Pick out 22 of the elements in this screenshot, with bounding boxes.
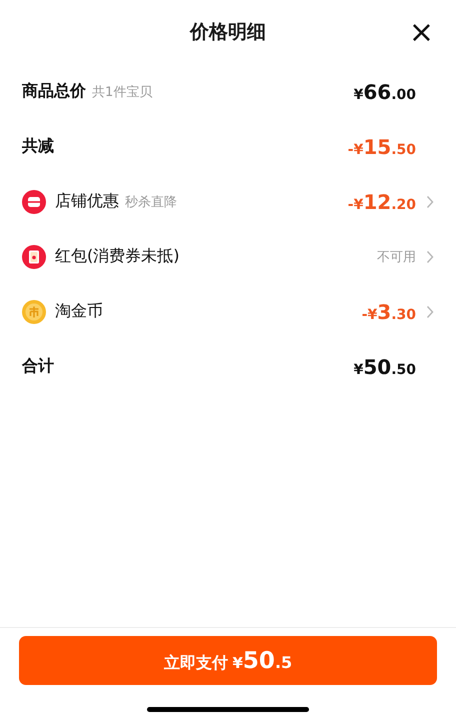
row-label: 合计	[22, 356, 54, 377]
coin-icon	[22, 300, 46, 324]
row-note: 秒杀直降	[125, 194, 177, 210]
price-text: ¥66.00	[354, 80, 416, 104]
close-button[interactable]: ×	[404, 18, 438, 48]
price-text: -¥15.50	[348, 134, 416, 158]
chevron-right-icon[interactable]	[426, 194, 434, 208]
price-text: ¥50.50	[354, 354, 416, 378]
row-label: 店铺优惠	[55, 191, 119, 212]
status-text: 不可用	[377, 248, 416, 266]
row-label: 淘金币	[55, 301, 103, 322]
row-label: 红包(消费券未抵)	[55, 246, 180, 267]
shop-icon	[22, 190, 46, 214]
row-note: 共1件宝贝	[92, 84, 152, 100]
envelope-icon	[22, 244, 46, 268]
row-label: 共减	[22, 136, 54, 157]
chevron-right-icon[interactable]	[426, 250, 434, 264]
price-text: -¥12.20	[348, 190, 416, 214]
price-text: -¥3.30	[362, 300, 416, 324]
chevron-right-icon[interactable]	[426, 304, 434, 318]
sheet-title: 价格明细	[190, 20, 266, 45]
row-label: 商品总价	[22, 81, 86, 102]
